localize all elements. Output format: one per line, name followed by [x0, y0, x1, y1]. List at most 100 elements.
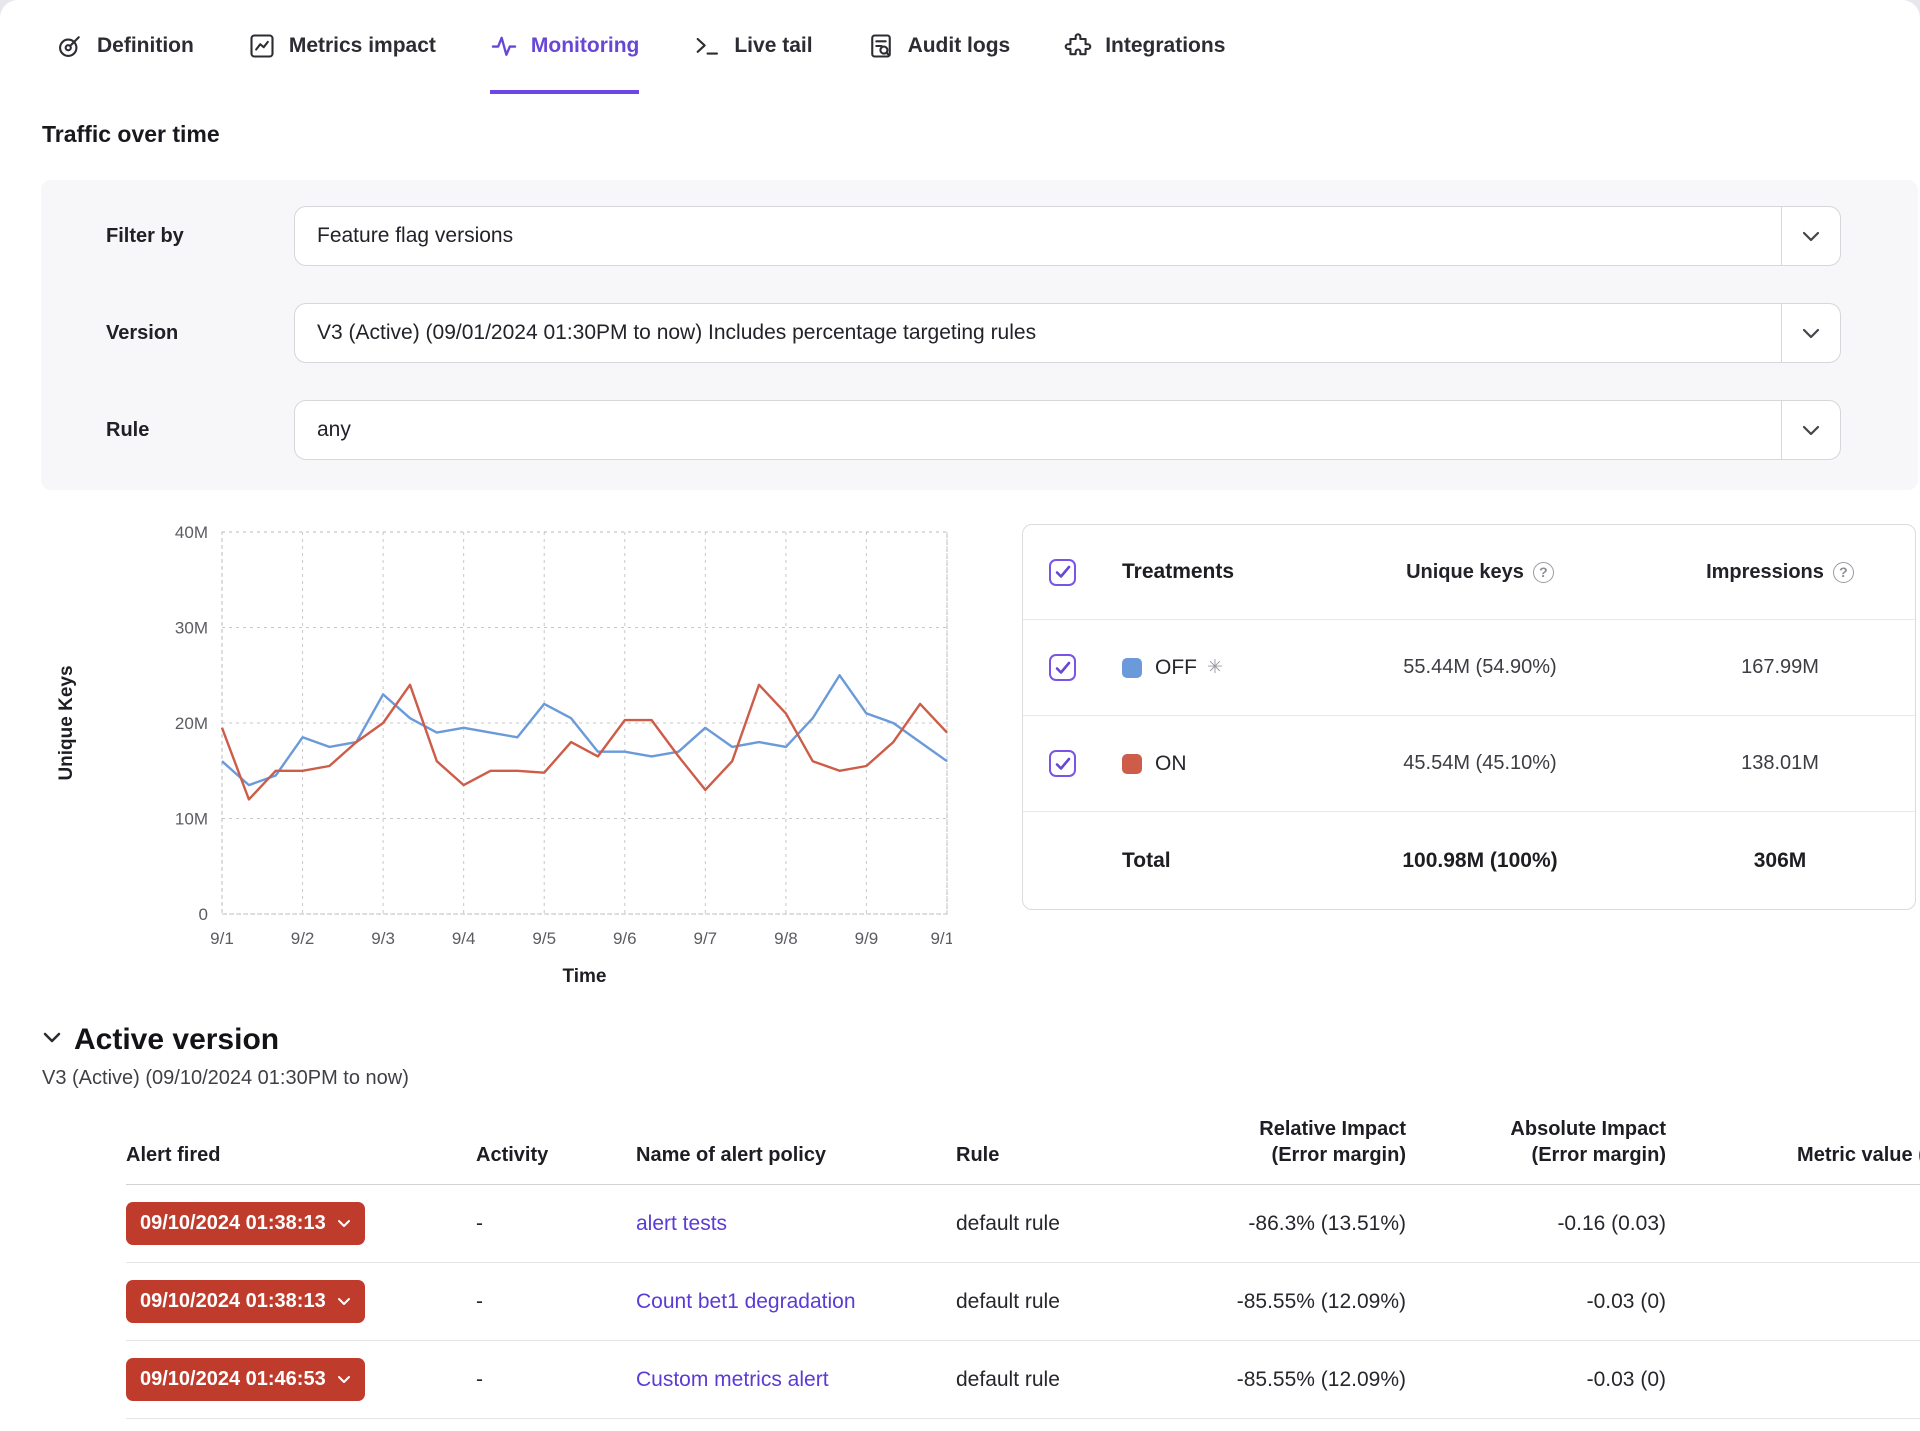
svg-text:9/9: 9/9: [855, 929, 879, 948]
alert-fired-badge[interactable]: 09/10/2024 01:46:53: [126, 1358, 365, 1401]
filter-by-row: Filter by Feature flag versions: [106, 206, 1841, 266]
tab-definition[interactable]: Definition: [56, 0, 194, 94]
svg-text:9/2: 9/2: [291, 929, 315, 948]
active-version-toggle[interactable]: Active version: [42, 1023, 1920, 1057]
filter-panel: Filter by Feature flag versions Version …: [41, 180, 1918, 490]
activity-value: -: [476, 1341, 636, 1419]
col-rule: Rule: [956, 1116, 1186, 1185]
chevron-down-icon: [337, 1375, 351, 1384]
chart-section: 9/19/29/39/49/59/69/79/89/99/10010M20M30…: [0, 524, 1920, 999]
help-icon[interactable]: ?: [1833, 562, 1854, 583]
chevron-down-icon: [337, 1219, 351, 1228]
total-impressions: 306M: [1645, 849, 1915, 873]
page-card: Definition Metrics impact Monitoring: [0, 0, 1920, 1431]
tab-audit-logs[interactable]: Audit logs: [867, 0, 1011, 94]
tab-label: Live tail: [734, 34, 812, 58]
alerts-table: Alert fired Activity Name of alert polic…: [126, 1116, 1920, 1419]
alert-policy-link[interactable]: alert tests: [636, 1212, 727, 1235]
chevron-down-icon: [337, 1297, 351, 1306]
alert-policy-link[interactable]: Custom metrics alert: [636, 1368, 829, 1391]
treatments-header-row: Treatments Unique keys ? Impressions ?: [1023, 525, 1915, 620]
svg-text:30M: 30M: [175, 619, 208, 638]
off-impressions: 167.99M: [1645, 656, 1915, 679]
total-label: Total: [1122, 849, 1315, 873]
rule-value: default rule: [956, 1341, 1186, 1419]
help-icon[interactable]: ?: [1533, 562, 1554, 583]
section-title: Traffic over time: [42, 120, 1920, 148]
live-tail-icon: [693, 32, 721, 60]
off-color-swatch: [1122, 658, 1142, 678]
filter-by-label: Filter by: [106, 225, 294, 248]
col-name: Name of alert policy: [636, 1116, 956, 1185]
audit-logs-icon: [867, 32, 895, 60]
definition-icon: [56, 32, 84, 60]
treatments-select-all-checkbox[interactable]: [1049, 559, 1076, 586]
alerts-header-row: Alert fired Activity Name of alert polic…: [126, 1116, 1920, 1185]
treatment-row-off: OFF ✳ 55.44M (54.90%) 167.99M: [1023, 620, 1915, 716]
svg-text:9/6: 9/6: [613, 929, 637, 948]
filter-by-value: Feature flag versions: [317, 224, 1781, 248]
tab-bar: Definition Metrics impact Monitoring: [0, 0, 1920, 94]
tab-monitoring[interactable]: Monitoring: [490, 0, 639, 94]
svg-text:9/7: 9/7: [694, 929, 718, 948]
metric-value: 0.19 (: [1686, 1185, 1920, 1263]
traffic-chart: 9/19/29/39/49/59/69/79/89/99/10010M20M30…: [52, 524, 952, 999]
svg-text:0: 0: [199, 905, 208, 924]
tab-label: Metrics impact: [289, 34, 436, 58]
unique-keys-header: Unique keys: [1406, 561, 1524, 584]
alert-fired-badge[interactable]: 09/10/2024 01:38:13: [126, 1280, 365, 1323]
version-row: Version V3 (Active) (09/01/2024 01:30PM …: [106, 303, 1841, 363]
off-unique-keys: 55.44M (54.90%): [1315, 656, 1645, 679]
treatments-header: Treatments: [1122, 560, 1315, 584]
integrations-icon: [1064, 32, 1092, 60]
rule-row: Rule any: [106, 400, 1841, 460]
col-activity: Activity: [476, 1116, 636, 1185]
alert-row: 09/10/2024 01:46:53 - Custom metrics ale…: [126, 1341, 1920, 1419]
activity-value: -: [476, 1263, 636, 1341]
tab-label: Definition: [97, 34, 194, 58]
metrics-impact-icon: [248, 32, 276, 60]
relative-impact-value: -85.55% (12.09%): [1186, 1263, 1436, 1341]
alert-row: 09/10/2024 01:38:13 - Count bet1 degrada…: [126, 1263, 1920, 1341]
chevron-down-icon: [42, 1031, 62, 1049]
col-alert-fired: Alert fired: [126, 1116, 476, 1185]
traffic-chart-svg: 9/19/29/39/49/59/69/79/89/99/10010M20M30…: [52, 524, 952, 994]
chevron-down-icon: [1782, 231, 1840, 242]
relative-impact-value: -86.3% (13.51%): [1186, 1185, 1436, 1263]
tab-label: Monitoring: [531, 34, 639, 58]
activity-value: -: [476, 1185, 636, 1263]
version-label: Version: [106, 322, 294, 345]
on-impressions: 138.01M: [1645, 752, 1915, 775]
metric-value: 0.03 (: [1686, 1341, 1920, 1419]
svg-text:Time: Time: [562, 966, 606, 987]
alert-policy-link[interactable]: Count bet1 degradation: [636, 1290, 856, 1313]
version-select[interactable]: V3 (Active) (09/01/2024 01:30PM to now) …: [294, 303, 1841, 363]
rule-value: default rule: [956, 1263, 1186, 1341]
on-color-swatch: [1122, 754, 1142, 774]
treatment-on-checkbox[interactable]: [1049, 750, 1076, 777]
rule-select[interactable]: any: [294, 400, 1841, 460]
on-unique-keys: 45.54M (45.10%): [1315, 752, 1645, 775]
treatment-off-checkbox[interactable]: [1049, 654, 1076, 681]
svg-text:9/4: 9/4: [452, 929, 476, 948]
absolute-impact-value: -0.03 (0): [1436, 1263, 1686, 1341]
svg-text:9/1: 9/1: [210, 929, 234, 948]
filter-by-select[interactable]: Feature flag versions: [294, 206, 1841, 266]
treatments-panel: Treatments Unique keys ? Impressions ? O…: [1022, 524, 1916, 910]
version-value: V3 (Active) (09/01/2024 01:30PM to now) …: [317, 321, 1781, 345]
col-absolute-impact: Absolute Impact (Error margin): [1436, 1116, 1686, 1185]
rule-label: Rule: [106, 419, 294, 442]
treatment-name: OFF: [1155, 656, 1197, 680]
rule-value: default rule: [956, 1185, 1186, 1263]
active-version-title: Active version: [74, 1023, 279, 1057]
tab-integrations[interactable]: Integrations: [1064, 0, 1225, 94]
rule-value: any: [317, 418, 1781, 442]
tab-label: Audit logs: [908, 34, 1011, 58]
tab-live-tail[interactable]: Live tail: [693, 0, 812, 94]
monitoring-icon: [490, 32, 518, 60]
alert-fired-badge[interactable]: 09/10/2024 01:38:13: [126, 1202, 365, 1245]
treatment-row-on: ON 45.54M (45.10%) 138.01M: [1023, 716, 1915, 812]
total-unique-keys: 100.98M (100%): [1315, 849, 1645, 873]
tab-metrics-impact[interactable]: Metrics impact: [248, 0, 436, 94]
frozen-icon: ✳: [1207, 656, 1223, 679]
